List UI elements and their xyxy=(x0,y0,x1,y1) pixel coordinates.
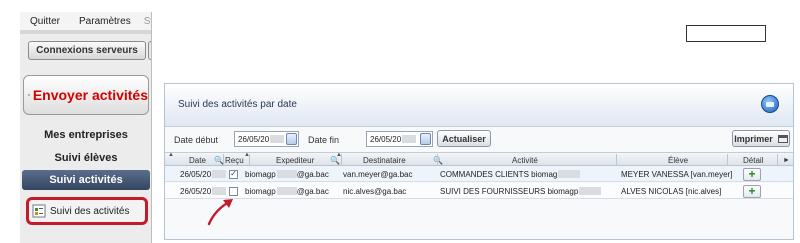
date-debut-label: Date début xyxy=(174,135,219,145)
plus-icon: + xyxy=(748,184,756,198)
menu-systeme[interactable]: Sys xyxy=(140,16,151,27)
printer-icon xyxy=(777,134,788,143)
cell-detail: + xyxy=(743,183,761,199)
column-separator xyxy=(616,154,617,166)
envoyer-activites-button[interactable]: Envoyer activités xyxy=(23,75,149,115)
expediteur-prefix: biomagp xyxy=(245,186,276,196)
col-eleve[interactable]: Élève xyxy=(668,153,688,167)
activite-text: COMMANDES CLIENTS biomag xyxy=(440,169,558,179)
redacted-text xyxy=(558,170,581,178)
annotation-arrow-icon xyxy=(207,199,233,226)
col-destinataire[interactable]: Destinataire xyxy=(363,153,406,167)
cell-expediteur: biomagp @ga.bac xyxy=(245,166,329,182)
add-detail-button[interactable]: + xyxy=(743,184,761,198)
next-toolbar-button[interactable] xyxy=(148,41,151,60)
menu-quitter[interactable]: Quitter xyxy=(20,16,69,27)
expediteur-prefix: biomagp xyxy=(245,169,276,179)
redacted-text xyxy=(276,187,297,195)
cell-detail: + xyxy=(743,166,761,182)
expediteur-suffix: @ga.bac xyxy=(296,186,329,196)
scroll-right-icon[interactable]: ► xyxy=(783,153,790,167)
menu-bar: Quitter Paramètres Sys xyxy=(20,12,151,30)
suivi-des-activites-label: Suivi des activités xyxy=(50,205,130,217)
column-separator xyxy=(223,154,224,166)
window-title: Suivi des activités par date xyxy=(178,99,297,110)
cell-activite: SUIVI DES FOURNISSEURS biomagp xyxy=(440,183,602,199)
column-separator xyxy=(437,154,438,166)
column-separator xyxy=(727,154,728,166)
nav-suivi-activites[interactable]: Suivi activités xyxy=(22,170,150,190)
cell-destinataire: van.meyer@ga.bac xyxy=(343,169,413,179)
cell-recu: ✓ xyxy=(229,166,238,182)
redacted-year xyxy=(212,170,227,178)
redacted-text xyxy=(276,170,297,178)
imprimer-label: Imprimer xyxy=(734,133,773,144)
sort-icon: ▲ xyxy=(168,152,174,158)
plus-icon: + xyxy=(748,167,756,181)
table-row[interactable]: 26/05/20 biomagp @ga.bac nic.alves@ga.bac… xyxy=(165,183,793,199)
connexions-serveurs-button[interactable]: Connexions serveurs xyxy=(28,41,146,60)
date-fin-label: Date fin xyxy=(308,135,340,145)
date-debut-input[interactable]: 26/05/20 xyxy=(234,131,299,147)
date-fin-input[interactable]: 26/05/20 xyxy=(366,131,433,147)
column-separator xyxy=(341,154,342,166)
cell-eleve: ALVES NICOLAS [nic.alves] xyxy=(621,186,722,196)
calendar-icon[interactable] xyxy=(286,133,297,145)
col-detail[interactable]: Détail xyxy=(743,153,763,167)
activite-text: SUIVI DES FOURNISSEURS biomagp xyxy=(440,186,579,196)
cell-activite: COMMANDES CLIENTS biomag xyxy=(440,166,581,182)
menu-divider xyxy=(20,30,151,34)
recu-checkbox[interactable] xyxy=(229,186,238,196)
nav-suivi-eleves[interactable]: Suivi élèves xyxy=(20,152,151,164)
suivi-des-activites-link[interactable]: Suivi des activités xyxy=(26,197,148,225)
cell-expediteur: biomagp @ga.bac xyxy=(245,183,329,199)
column-separator xyxy=(777,154,778,166)
empty-frame xyxy=(686,25,766,42)
nav-mes-entreprises[interactable]: Mes entreprises xyxy=(20,129,151,141)
window-header: Suivi des activités par date xyxy=(165,84,793,127)
recu-checkbox[interactable]: ✓ xyxy=(229,169,238,179)
date-fin-value: 26/05/20 xyxy=(370,134,402,144)
table-row[interactable]: 26/05/20 ✓ biomagp @ga.bac van.meyer@ga.b… xyxy=(165,166,793,182)
send-activities-icon xyxy=(28,94,30,96)
cell-eleve: MEYER VANESSA [van.meyer] xyxy=(621,169,733,179)
menu-parametres[interactable]: Paramètres xyxy=(69,16,140,27)
suivi-activites-window: Suivi des activités par date Date début … xyxy=(164,83,794,240)
left-panel: Quitter Paramètres Sys Connexions serveu… xyxy=(20,12,152,243)
col-date[interactable]: Date xyxy=(189,153,206,167)
date-value: 26/05/20 xyxy=(180,169,212,179)
add-detail-button[interactable]: + xyxy=(743,167,761,181)
date-debut-value: 26/05/20 xyxy=(238,134,270,144)
expediteur-suffix: @ga.bac xyxy=(296,169,329,179)
column-separator xyxy=(249,154,250,166)
col-activite[interactable]: Activité xyxy=(512,153,538,167)
imprimer-button[interactable]: Imprimer xyxy=(732,130,790,147)
cell-date: 26/05/20 xyxy=(180,166,227,182)
redacted-year xyxy=(270,135,285,143)
checkmark-icon: ✓ xyxy=(230,169,237,178)
date-value: 26/05/20 xyxy=(180,186,212,196)
col-recu[interactable]: Reçu xyxy=(225,153,244,167)
redacted-year xyxy=(402,135,417,143)
redacted-text xyxy=(579,187,602,195)
grid-header: ▲ Date 🔍 Reçu ▲ Expediteur 🔍 ▲ Destinata… xyxy=(165,152,793,167)
actualiser-button[interactable]: Actualiser xyxy=(437,130,491,147)
col-expediteur[interactable]: Expediteur xyxy=(276,153,314,167)
cell-destinataire: nic.alves@ga.bac xyxy=(343,186,407,196)
grid-empty-area xyxy=(165,200,793,239)
filter-row: Date début 26/05/20 Date fin 26/05/20 Ac… xyxy=(165,129,793,151)
database-icon[interactable] xyxy=(761,95,779,113)
activity-list-icon xyxy=(32,204,46,218)
calendar-icon[interactable] xyxy=(420,133,431,145)
redacted-year xyxy=(212,187,227,195)
envoyer-activites-label: Envoyer activités xyxy=(32,87,148,103)
